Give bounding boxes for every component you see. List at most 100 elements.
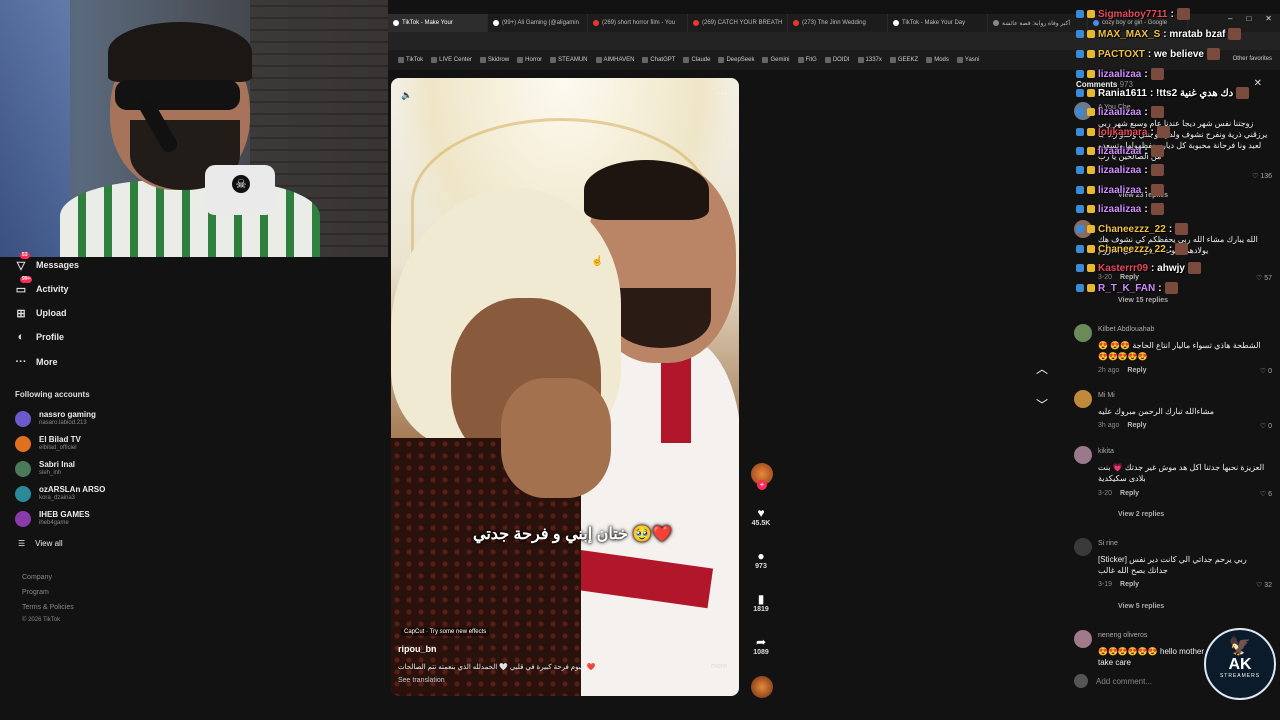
avatar[interactable]	[1074, 390, 1092, 408]
description-more-link[interactable]: more	[711, 663, 727, 670]
bookmark-item[interactable]: ChatGPT	[642, 57, 675, 63]
bookmark-item[interactable]: Skidrow	[479, 57, 509, 63]
comment-likes[interactable]: ♡ 57	[1256, 274, 1272, 282]
view-all-link[interactable]: ☰ View all	[18, 539, 63, 548]
chat-username: MAX_MAX_S	[1098, 28, 1161, 40]
chat-badge-icon	[1076, 108, 1084, 116]
capcut-tag[interactable]: CapCut · Try some new effects	[401, 628, 490, 636]
tab-youtube-3[interactable]: (273) The Jinn Wedding	[788, 14, 888, 32]
tab-ali-gaming[interactable]: (99+) Ali Gaming (@aligamin	[488, 14, 588, 32]
avatar[interactable]	[1074, 630, 1092, 648]
comment-likes[interactable]: ♡ 32	[1256, 581, 1272, 589]
bookmark-item[interactable]: Claude	[683, 57, 710, 63]
chat-badge-icon	[1076, 70, 1084, 78]
nav-upload[interactable]: ⊞ Upload	[14, 306, 66, 320]
comment-likes[interactable]: ♡ 0	[1260, 422, 1272, 430]
chat-badge-icon	[1076, 245, 1084, 253]
like-count: 0	[1268, 423, 1272, 430]
comment-likes[interactable]: ♡ 136	[1252, 172, 1272, 180]
emote-icon	[1176, 8, 1190, 20]
bookmark-item[interactable]: Horror	[517, 57, 542, 63]
avatar[interactable]	[1074, 538, 1092, 556]
nav-profile[interactable]: ◐ Profile	[14, 330, 64, 344]
bookmark-item[interactable]: FitG	[797, 57, 817, 63]
tab-youtube-2[interactable]: (269) CATCH YOUR BREATH	[688, 14, 788, 32]
reply-button[interactable]: Reply	[1120, 581, 1139, 588]
emote-icon	[1164, 282, 1178, 294]
save-button[interactable]: ▮ 1819	[750, 592, 772, 613]
nav-messages[interactable]: ▽ 53 Messages	[14, 252, 79, 272]
previous-video-chevron-up-icon[interactable]: ︿	[1036, 360, 1048, 377]
music-disc-icon[interactable]	[751, 676, 773, 698]
tab-tiktok[interactable]: TikTok - Make Your	[388, 14, 488, 32]
tab-story[interactable]: أكبر وفاة رواية: قصة عائشة	[988, 14, 1088, 32]
comment-user[interactable]: Si rine	[1098, 540, 1118, 547]
volume-icon[interactable]: 🔈	[401, 90, 412, 101]
avatar[interactable]	[1074, 446, 1092, 464]
crown-badge-icon	[1087, 10, 1095, 18]
comment-user[interactable]: Mi Mi	[1098, 392, 1115, 399]
reply-button[interactable]: Reply	[1120, 274, 1139, 281]
comment-button[interactable]: ● 973	[750, 549, 772, 570]
following-account[interactable]: Sabri Inal sleh_inh	[15, 460, 75, 477]
reply-button[interactable]: Reply	[1120, 490, 1139, 497]
reply-button[interactable]: Reply	[1127, 367, 1146, 374]
bookmark-item[interactable]: DOIDI	[824, 57, 850, 63]
maximize-button[interactable]: □	[1246, 14, 1251, 23]
avatar[interactable]	[1074, 324, 1092, 342]
chat-username: Chaneezzz_22	[1098, 223, 1166, 235]
page-icon	[993, 20, 999, 26]
comment-likes[interactable]: ♡ 6	[1260, 490, 1272, 498]
footer-link[interactable]: Terms & Policies	[22, 604, 74, 611]
bookmark-item[interactable]: GEEKZ	[889, 57, 918, 63]
bookmark-label: AIMHAVEN	[603, 57, 635, 63]
video-author[interactable]: ripou_bn	[398, 644, 437, 654]
next-video-chevron-down-icon[interactable]: ﹀	[1036, 396, 1048, 413]
comment-user[interactable]: Kilbet Abdlouahab	[1098, 326, 1154, 333]
footer-link[interactable]: Company	[22, 574, 52, 581]
following-account[interactable]: IHEB GAMES iheb4game	[15, 510, 90, 527]
following-account[interactable]: El Bilad TV elbilad_officiel	[15, 435, 81, 452]
bookmark-item[interactable]: TikTok	[398, 57, 423, 63]
like-button[interactable]: ♥ 45.5K	[750, 506, 772, 527]
bookmark-icon	[857, 57, 864, 63]
see-translation-link[interactable]: See translation	[398, 677, 445, 684]
bookmark-item[interactable]: DeepSeek	[718, 57, 754, 63]
emote-icon	[1175, 243, 1189, 255]
reply-button[interactable]: Reply	[1127, 422, 1146, 429]
footer-link[interactable]: Program	[22, 589, 49, 596]
nav-activity[interactable]: ▭ 99+ Activity	[14, 276, 69, 296]
video-options-icon[interactable]: ···	[717, 88, 727, 99]
bookmark-icon	[797, 57, 804, 63]
bookmark-item[interactable]: Yasni	[956, 57, 979, 63]
close-window-button[interactable]: ✕	[1265, 14, 1272, 23]
bookmark-icon	[398, 57, 404, 63]
comment-likes[interactable]: ♡ 0	[1260, 367, 1272, 375]
following-account[interactable]: ozARSLAn ARSO kora_dzairia3	[15, 485, 105, 502]
tab-label: أكبر وفاة رواية: قصة عائشة	[1002, 20, 1071, 27]
follow-plus-icon[interactable]: +	[757, 480, 767, 490]
bookmark-item[interactable]: Gemini	[762, 57, 790, 63]
bookmark-item[interactable]: LIVE Center	[431, 57, 472, 63]
tab-youtube-1[interactable]: (269) short horror film - You	[588, 14, 688, 32]
comment-user[interactable]: neneng oliveros	[1098, 632, 1147, 639]
chat-text: : ahwjy	[1151, 262, 1185, 274]
view-replies[interactable]: View 15 replies	[1118, 297, 1168, 304]
view-replies[interactable]: View 2 replies	[1118, 511, 1164, 518]
close-icon[interactable]: ✕	[1254, 78, 1262, 89]
bookmark-item[interactable]: STEAMUN	[550, 57, 588, 63]
avatar	[15, 410, 31, 427]
following-account[interactable]: nassro gaming nasaro.labiod.213	[15, 410, 96, 427]
other-favorites[interactable]: Other favorites	[1233, 56, 1272, 62]
video-player[interactable]: 🔈 ··· ختان إبني و فرحة جدتي 🥹❤️ CapCut ·…	[391, 78, 739, 696]
nav-more[interactable]: ··· More	[14, 355, 58, 369]
mouse-cursor-icon: ☝	[591, 256, 604, 267]
bookmark-item[interactable]: Mods	[926, 57, 949, 63]
minimize-button[interactable]: –	[1228, 14, 1232, 23]
view-replies[interactable]: View 5 replies	[1118, 603, 1164, 610]
share-button[interactable]: ➦ 1089	[750, 635, 772, 656]
tab-tiktok-2[interactable]: TikTok - Make Your Day	[888, 14, 988, 32]
comment-user[interactable]: kikita	[1098, 448, 1114, 455]
bookmark-item[interactable]: 1337x	[857, 57, 882, 63]
bookmark-item[interactable]: AIMHAVEN	[595, 57, 635, 63]
